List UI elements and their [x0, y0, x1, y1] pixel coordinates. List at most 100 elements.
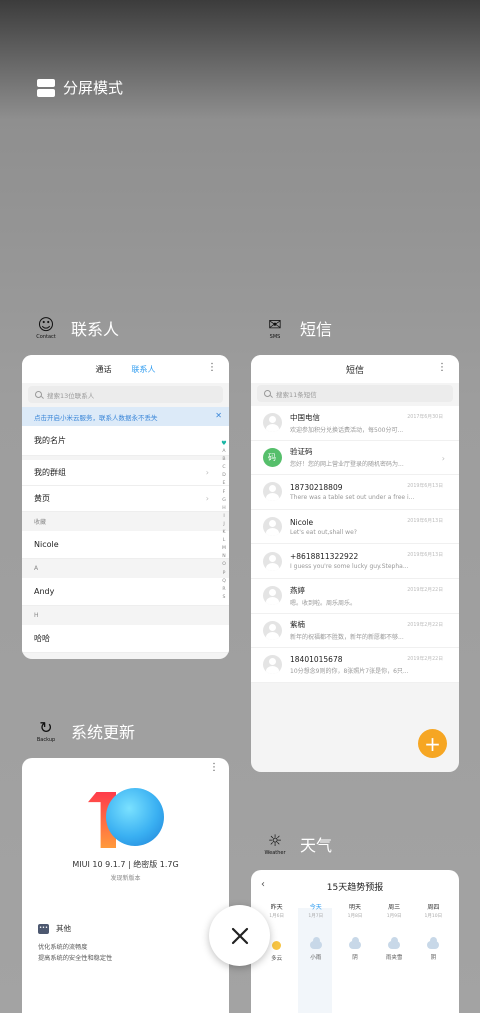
forecast-condition: 雨夹雪 — [379, 937, 409, 962]
close-banner-icon[interactable]: ✕ — [215, 411, 222, 420]
alphabet-index-letter[interactable]: L — [223, 537, 226, 545]
alphabet-index-letter[interactable]: H — [222, 505, 225, 513]
alphabet-index-letter[interactable]: N — [222, 553, 225, 561]
sms-conversation-row[interactable]: 紫楠 新年的祝福都不胜数，新年的新愿都不够... 2019年2月22日 — [251, 614, 459, 649]
section-other: ••• 其他 — [38, 923, 71, 934]
weather-app-icon: ☼ Weather — [264, 831, 286, 857]
sms-title-bar: 短信 ⋮ — [251, 355, 459, 383]
sms-date: 2017年6月30日 — [407, 415, 443, 420]
alphabet-index-scrollbar[interactable]: ♥ A B C D E F G H I J K L M N O P Q R S — [220, 440, 228, 602]
tab-contacts[interactable]: 联系人 — [132, 364, 156, 375]
more-menu-icon[interactable]: ⋮ — [209, 762, 219, 773]
day-label: 周三 — [388, 904, 401, 911]
recent-app-card-contacts[interactable]: 通话 联系人 ⋮ 搜索13位联系人 点击开启小米云服务，联系人数据永不丢失 ✕ … — [22, 355, 229, 659]
more-menu-icon[interactable]: ⋮ — [437, 363, 447, 373]
contact-row-andy[interactable]: Andy — [22, 578, 229, 606]
contact-row-haha[interactable]: 哈哈 — [22, 625, 229, 653]
alphabet-index-letter[interactable]: K — [222, 529, 225, 537]
more-menu-icon[interactable]: ⋮ — [207, 363, 217, 373]
avatar — [263, 482, 282, 502]
changelog: 优化系统的流畅度 提高系统的安全性和稳定性 — [38, 942, 112, 964]
alphabet-index-letter[interactable]: B — [222, 456, 225, 464]
sms-conversation-row[interactable]: 18730218809 There was a table set out und… — [251, 475, 459, 510]
alphabet-index-letter[interactable]: O — [222, 561, 226, 569]
forecast-day[interactable]: 周三 1月9日 — [379, 902, 409, 919]
sms-date: 2019年6月13日 — [407, 518, 443, 524]
recent-app-card-update[interactable]: ⋮ MIUI 10 9.1.7 | 绝密版 1.7G 发现新版本 ••• 其他 … — [22, 758, 229, 1013]
sms-conversation-row[interactable]: 中国电信 欢迎参加积分兑换话费活动，每500分可... 2017年6月30日 — [251, 406, 459, 441]
alphabet-index-letter[interactable]: S — [223, 594, 226, 602]
forecast-day[interactable]: 明天 1月8日 — [340, 902, 370, 919]
condition-label: 小雨 — [310, 955, 322, 961]
clear-all-button[interactable] — [209, 905, 270, 966]
day-label: 明天 — [348, 904, 361, 911]
new-message-button[interactable]: + — [418, 729, 447, 758]
contacts-search-field[interactable]: 搜索13位联系人 — [28, 386, 223, 403]
sms-search-field[interactable]: 搜索11条短信 — [257, 385, 453, 402]
condition-label: 多云 — [271, 956, 283, 962]
sms-conversation-row[interactable]: +8618811322922 I guess you're some lucky … — [251, 544, 459, 579]
avatar — [263, 413, 282, 433]
condition-label: 阴 — [352, 955, 358, 961]
alphabet-index-letter[interactable]: F — [223, 489, 226, 497]
forecast-day[interactable]: 今天 1月7日 — [301, 902, 331, 919]
search-icon — [264, 390, 271, 397]
alphabet-index-letter[interactable]: E — [223, 480, 226, 488]
sms-preview: 10分想念9则的你，8张照片7张是你，6只... — [290, 667, 409, 675]
back-chevron-icon[interactable]: ‹ — [261, 879, 265, 890]
my-card-row[interactable]: 我的名片 — [22, 426, 229, 456]
alphabet-index-letter[interactable]: R — [222, 586, 225, 594]
changelog-item: 提高系统的安全性和稳定性 — [38, 955, 113, 962]
tab-calls[interactable]: 通话 — [96, 364, 112, 375]
forecast-day[interactable]: 昨天 1月6日 — [262, 902, 292, 919]
weather-title-bar: ‹ 15天趋势预报 — [251, 870, 459, 902]
yellow-pages-row[interactable]: 黄页 › — [22, 486, 229, 512]
app-header-weather: ☼ Weather 天气 — [264, 831, 332, 857]
alphabet-index-letter[interactable]: J — [223, 521, 224, 529]
forecast-title: 15天趋势预报 — [326, 882, 384, 893]
sms-conversation-row[interactable]: Nicole Let's eat out,shall we? 2019年6月13日 — [251, 510, 459, 545]
section-header-favorites: 收藏 — [22, 512, 229, 531]
section-header-h: H — [22, 606, 229, 625]
alphabet-index-letter[interactable]: P — [223, 570, 226, 578]
alphabet-index-letter[interactable]: D — [222, 472, 226, 480]
split-screen-label: 分屏模式 — [63, 79, 124, 97]
chevron-right-icon: › — [205, 468, 209, 477]
sms-date: 2019年2月22日 — [407, 657, 443, 663]
recent-app-card-weather[interactable]: ‹ 15天趋势预报 昨天 1月6日 今天 1月7日 明天 1月8日 周三 1月9日 周四 1月10… — [251, 870, 459, 1013]
section-header-a: A — [22, 559, 229, 578]
close-icon — [231, 927, 248, 944]
search-icon — [35, 391, 42, 398]
changelog-item: 优化系统的流畅度 — [38, 944, 88, 951]
alphabet-index-letter[interactable]: G — [222, 497, 226, 505]
app-name-update: 系统更新 — [71, 723, 136, 742]
sms-date: 2019年2月22日 — [407, 622, 443, 628]
favorites-heart-icon[interactable]: ♥ — [221, 440, 226, 448]
day-label: 周四 — [427, 904, 440, 911]
sms-preview: I guess you're some lucky guy.Stepha... — [290, 563, 409, 571]
alphabet-index-letter[interactable]: C — [222, 464, 225, 472]
contacts-tab-bar: 通话 联系人 ⋮ — [22, 355, 229, 383]
sms-preview: 嗯。收到啦。周乐周乐。 — [290, 599, 357, 607]
my-groups-row[interactable]: 我的群组 › — [22, 460, 229, 486]
sms-preview: 新年的祝福都不胜数，新年的新愿都不够... — [290, 634, 404, 642]
split-screen-button[interactable]: 分屏模式 — [37, 77, 123, 98]
sms-conversation-row[interactable]: 码验证码 您好！您的网上营业厅登录的随机密码为... › — [251, 441, 459, 476]
sms-date: 2019年6月13日 — [407, 553, 443, 559]
alphabet-index-letter[interactable]: M — [222, 545, 226, 553]
alphabet-index-letter[interactable]: I — [223, 513, 224, 521]
alphabet-index-letter[interactable]: Q — [222, 578, 226, 586]
recent-app-card-sms[interactable]: 短信 ⋮ 搜索11条短信 中国电信 欢迎参加积分兑换话费活动，每500分可... 2… — [251, 355, 459, 772]
sms-conversation-row[interactable]: 18401015678 10分想念9则的你，8张照片7张是你，6只... 2019年… — [251, 648, 459, 683]
contact-row-nicole[interactable]: Nicole — [22, 531, 229, 559]
sms-title: 短信 — [345, 365, 364, 376]
cloud-sync-banner[interactable]: 点击开启小米云服务，联系人数据永不丢失 ✕ — [22, 407, 229, 426]
sms-conversation-list: 中国电信 欢迎参加积分兑换话费活动，每500分可... 2017年6月30日码验证码… — [251, 406, 459, 683]
day-label: 今天 — [309, 904, 322, 911]
forecast-day[interactable]: 周四 1月10日 — [418, 902, 448, 919]
sms-conversation-row[interactable]: 燕婷 嗯。收到啦。周乐周乐。 2019年2月22日 — [251, 579, 459, 614]
day-date: 1月10日 — [424, 914, 443, 919]
avatar: 码 — [263, 447, 282, 467]
contacts-list: 我的名片 我的群组 › 黄页 › 收藏 Nicole A Andy H 哈哈 — [22, 426, 229, 653]
alphabet-index-letter[interactable]: A — [222, 448, 225, 456]
